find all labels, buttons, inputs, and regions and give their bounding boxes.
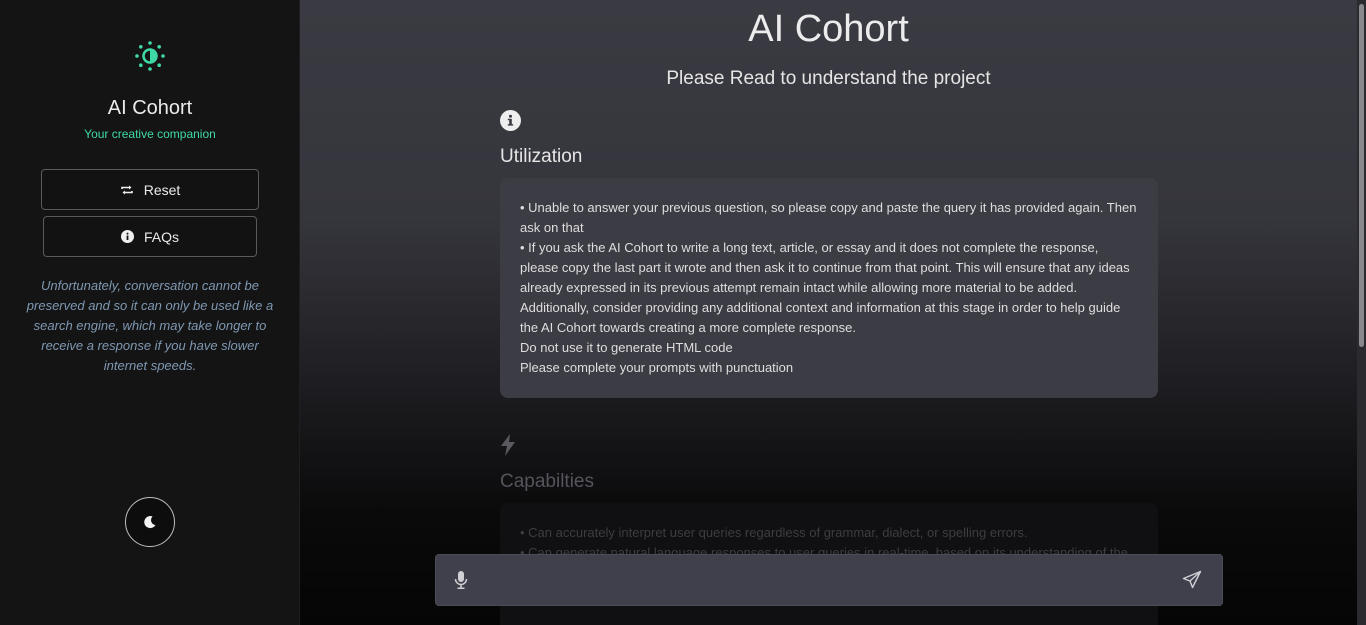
- chat-bar: [435, 554, 1223, 606]
- sidebar-note: Unfortunately, conversation cannot be pr…: [26, 278, 274, 373]
- info-circle-icon: [500, 110, 521, 131]
- info-circle-icon: [120, 230, 134, 243]
- capability-line: • Can accurately interpret user queries …: [520, 525, 1028, 540]
- lightning-bolt-icon: [501, 434, 515, 456]
- utilization-title: Utilization: [500, 146, 583, 167]
- faqs-label: FAQs: [143, 228, 179, 245]
- utilization-line: • Unable to answer your previous questio…: [520, 200, 1137, 235]
- moon-icon: [144, 516, 156, 529]
- brand-subtitle: Your creative companion: [84, 127, 216, 141]
- theme-toggle-button[interactable]: [125, 497, 175, 547]
- chat-input[interactable]: [482, 565, 1162, 595]
- reset-label: Reset: [143, 181, 181, 198]
- page-subtitle: Please Read to understand the project: [666, 68, 991, 89]
- page-title: AI Cohort: [748, 8, 909, 50]
- repeat-icon: [120, 185, 133, 194]
- paper-plane-icon[interactable]: [1182, 570, 1202, 590]
- brand-title: AI Cohort: [107, 97, 193, 119]
- main-content: AI Cohort Please Read to understand the …: [300, 0, 1357, 625]
- utilization-line: Do not use it to generate HTML code: [520, 340, 733, 355]
- faqs-button[interactable]: FAQs: [43, 216, 257, 257]
- capabilities-title: Capabilties: [500, 471, 594, 492]
- sun-logo-icon: [135, 41, 165, 71]
- reset-button[interactable]: Reset: [41, 169, 259, 210]
- sidebar: AI Cohort Your creative companion Reset …: [0, 0, 300, 625]
- microphone-icon[interactable]: [454, 571, 468, 589]
- utilization-line: Please complete your prompts with punctu…: [520, 360, 794, 375]
- scrollbar[interactable]: [1357, 0, 1366, 625]
- scrollbar-thumb[interactable]: [1359, 4, 1364, 347]
- utilization-card: • Unable to answer your previous questio…: [500, 178, 1158, 398]
- utilization-line: • If you ask the AI Cohort to write a lo…: [520, 240, 1130, 335]
